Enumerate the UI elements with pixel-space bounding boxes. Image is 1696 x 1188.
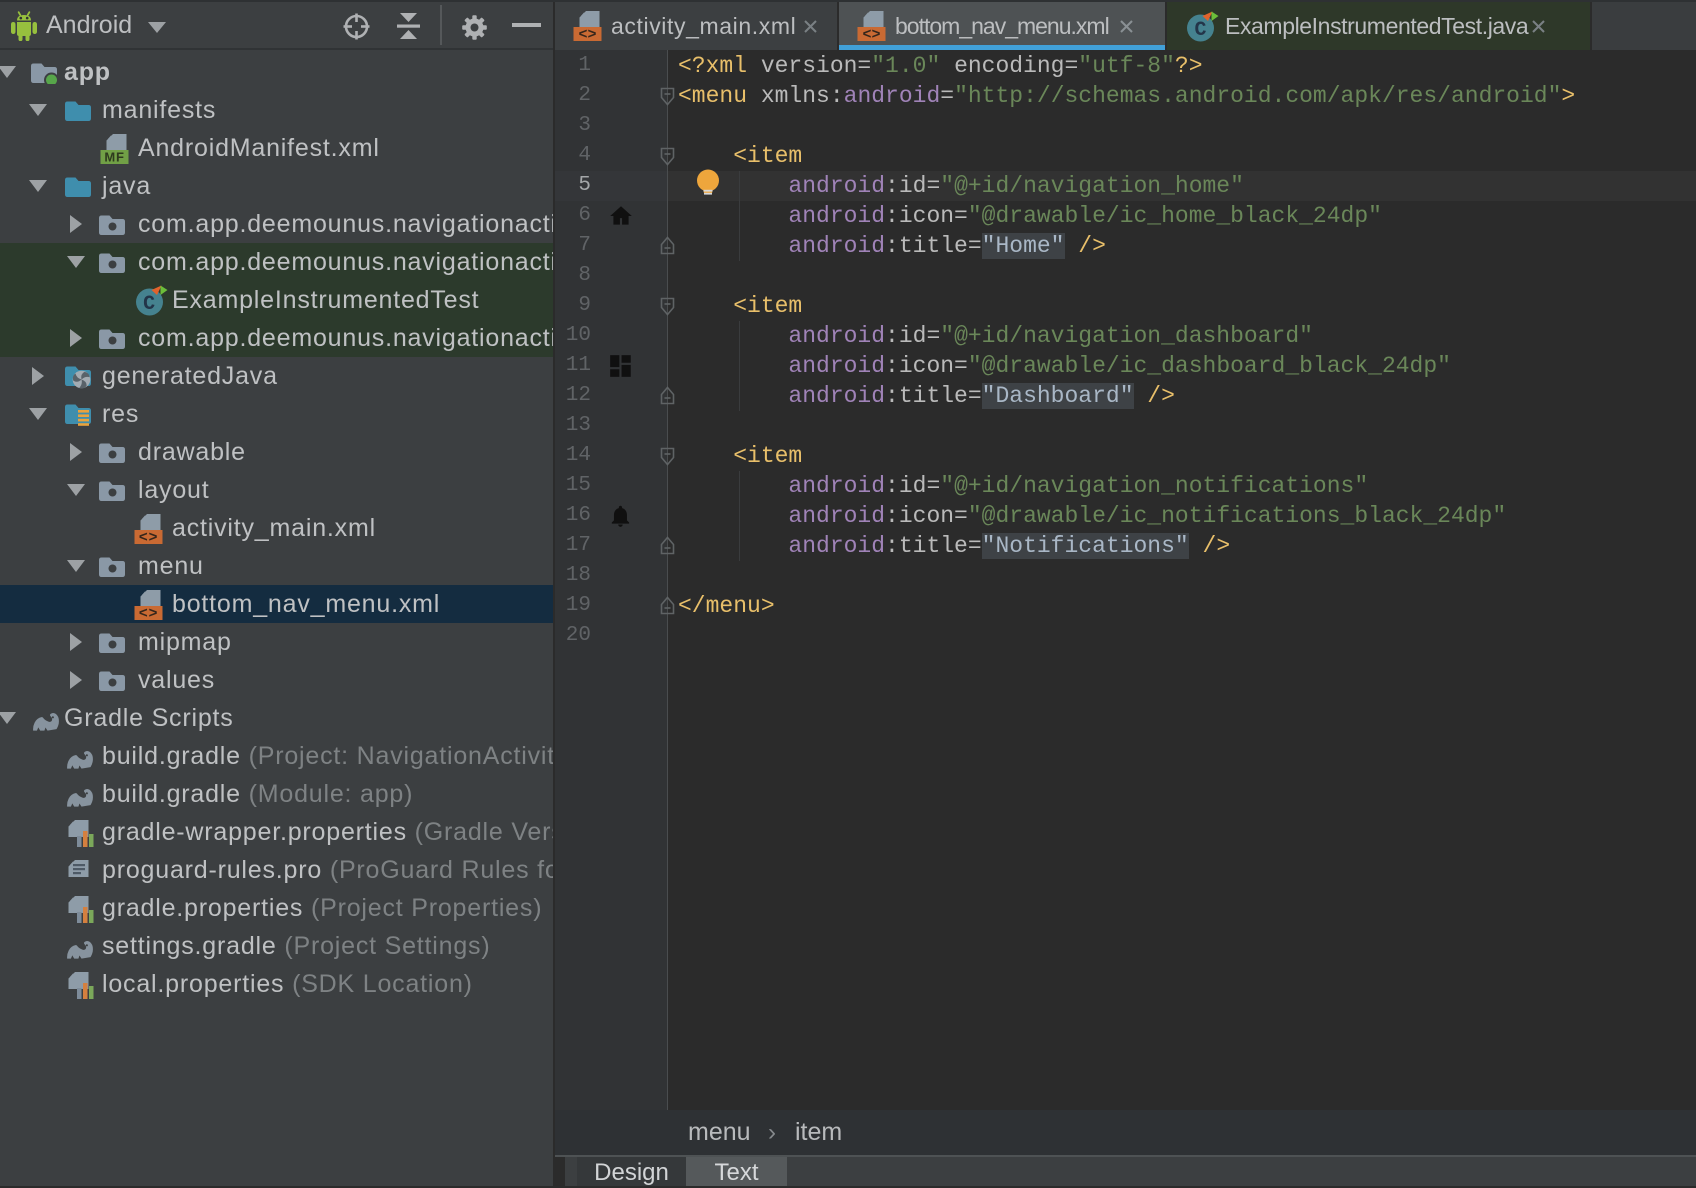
- svg-text:C: C: [1194, 19, 1206, 42]
- svg-text:<>: <>: [862, 27, 880, 43]
- svg-text:<>: <>: [578, 27, 596, 43]
- svg-text:MF: MF: [104, 150, 124, 165]
- svg-text:C: C: [143, 293, 156, 316]
- svg-text:<>: <>: [139, 606, 159, 622]
- svg-text:<>: <>: [139, 530, 159, 546]
